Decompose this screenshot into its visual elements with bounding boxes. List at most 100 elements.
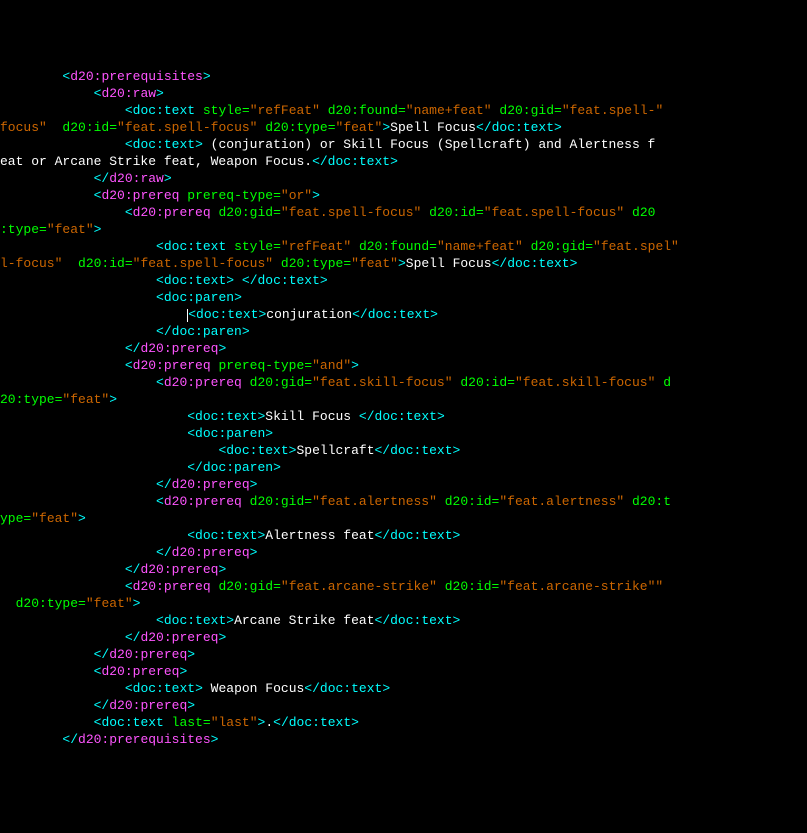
bracket: > [250, 477, 258, 492]
bracket: </ [156, 545, 172, 560]
bracket: < [94, 715, 102, 730]
text-content: conjuration [266, 307, 352, 322]
attr-value: "or" [281, 188, 312, 203]
doc-tag: doc:text [328, 154, 390, 169]
d20-tag: d20:raw [101, 86, 156, 101]
bracket: < [125, 358, 133, 373]
attr-name: d20:id [445, 494, 492, 509]
doc-tag: doc:paren [172, 324, 242, 339]
doc-tag: doc:text [196, 307, 258, 322]
d20-tag: d20:prereq [109, 647, 187, 662]
attr-value: focus" [0, 120, 55, 135]
bracket: </ [375, 613, 391, 628]
bracket: > [430, 307, 438, 322]
bracket: > [258, 715, 266, 730]
bracket: < [156, 273, 164, 288]
d20-tag: d20:prerequisites [70, 69, 203, 84]
bracket: < [187, 426, 195, 441]
doc-tag: doc:text [164, 613, 226, 628]
bracket: > [250, 545, 258, 560]
bracket: > [382, 120, 390, 135]
attr-value [0, 596, 8, 611]
attr-name: d20:id [429, 205, 476, 220]
attr-value: "last" [211, 715, 258, 730]
bracket: > [554, 120, 562, 135]
attr-name: d20:found [359, 239, 429, 254]
d20-tag: d20:prereq [140, 341, 218, 356]
doc-tag: doc:text [375, 409, 437, 424]
text-content [234, 273, 242, 288]
bracket: < [125, 579, 133, 594]
bracket: > [265, 426, 273, 441]
attr-name: d20:type [281, 256, 343, 271]
attr-name: :type= [0, 222, 47, 237]
bracket: </ [187, 460, 203, 475]
d20-tag: d20:prereq [133, 358, 211, 373]
d20-tag: d20:prereq [101, 188, 179, 203]
bracket: > [437, 409, 445, 424]
bracket: > [187, 698, 195, 713]
doc-tag: doc:text [320, 681, 382, 696]
attr-name: d20:found [328, 103, 398, 118]
text-content: Spell Focus [406, 256, 492, 271]
d20-tag: d20:prereq [101, 664, 179, 679]
bracket: </ [242, 273, 258, 288]
attr-eq: = [273, 205, 281, 220]
d20-tag: d20:prereq [133, 205, 211, 220]
bracket: < [187, 528, 195, 543]
bracket: > [234, 290, 242, 305]
attr-eq: = [429, 239, 437, 254]
xml-source: <d20:prerequisites> <d20:raw> <doc:text … [0, 69, 679, 747]
attr-name: d20:gid [499, 103, 554, 118]
doc-tag: doc:text [289, 715, 351, 730]
bracket: < [125, 137, 133, 152]
d20-tag: d20:prerequisites [78, 732, 211, 747]
attr-eq: = [476, 205, 484, 220]
attr-name: d20:gid [250, 494, 305, 509]
bracket: > [133, 596, 141, 611]
attr-eq: = [203, 715, 211, 730]
bracket: </ [352, 307, 368, 322]
bracket: </ [375, 528, 391, 543]
bracket: > [195, 681, 203, 696]
attr-value: "feat.spell-focus" [281, 205, 421, 220]
attr-value: "and" [312, 358, 351, 373]
bracket: > [211, 732, 219, 747]
attr-eq: = [242, 103, 250, 118]
text-content: . [265, 715, 273, 730]
bracket: < [188, 307, 196, 322]
attr-eq: = [125, 256, 133, 271]
d20-tag: d20:prereq [164, 375, 242, 390]
d20-tag: d20:prereq [140, 562, 218, 577]
d20-tag: d20:raw [109, 171, 164, 186]
attr-value: "feat" [86, 596, 133, 611]
attr-value: "feat.arcane-strike"" [499, 579, 663, 594]
doc-tag: doc:text [101, 715, 163, 730]
bracket: > [398, 256, 406, 271]
doc-tag: doc:text [390, 443, 452, 458]
attr-name: prereq-type [218, 358, 304, 373]
attr-eq: = [304, 375, 312, 390]
bracket: > [320, 273, 328, 288]
code-editor[interactable]: <d20:prerequisites> <d20:raw> <doc:text … [0, 68, 807, 748]
doc-tag: doc:text [390, 528, 452, 543]
bracket: </ [312, 154, 328, 169]
bracket: > [453, 613, 461, 628]
doc-tag: doc:paren [203, 460, 273, 475]
bracket: </ [492, 256, 508, 271]
bracket: </ [94, 698, 110, 713]
attr-value: "feat" [351, 256, 398, 271]
text-content: (conjuration) or Skill Focus (Spellcraft… [203, 137, 655, 152]
bracket: > [179, 664, 187, 679]
doc-tag: doc:text [133, 137, 195, 152]
attr-eq: = [109, 120, 117, 135]
attr-name: prereq-type [187, 188, 273, 203]
doc-tag: doc:paren [195, 426, 265, 441]
attr-name: 20:type= [0, 392, 62, 407]
attr-eq: = [273, 239, 281, 254]
attr-value: "feat" [47, 222, 94, 237]
attr-eq: = [78, 596, 86, 611]
bracket: </ [304, 681, 320, 696]
text-content: Weapon Focus [203, 681, 304, 696]
bracket: > [351, 358, 359, 373]
